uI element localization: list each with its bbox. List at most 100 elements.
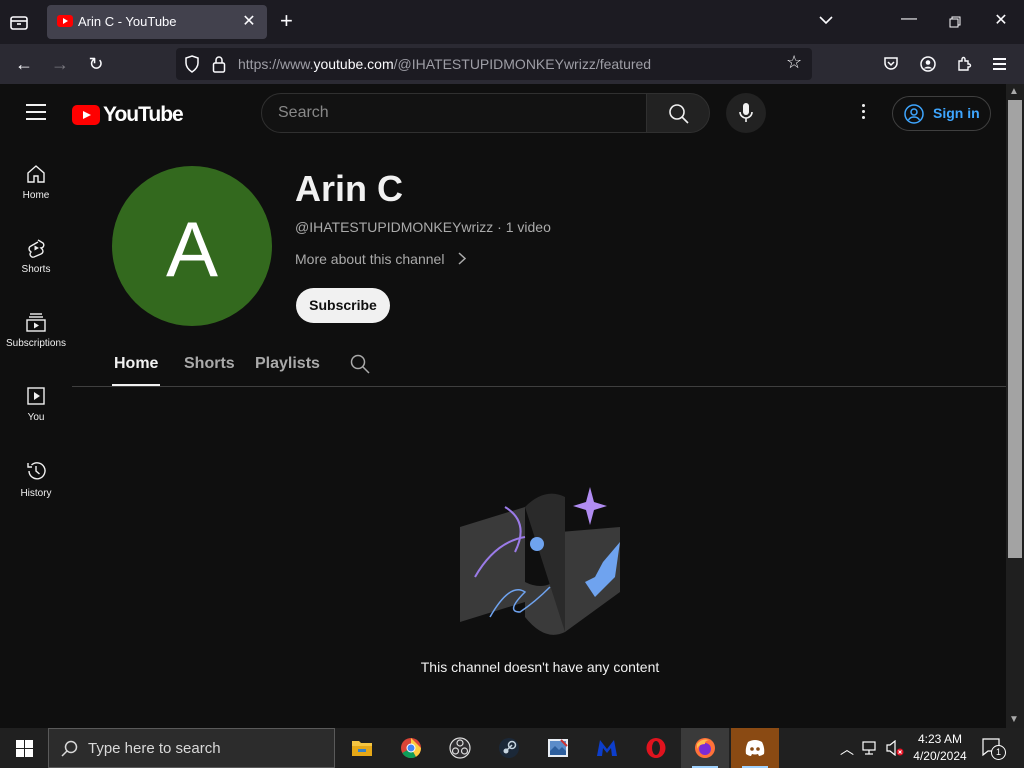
channel-handle-meta: @IHATESTUPIDMONKEYwrizz · 1 video (295, 219, 551, 235)
browser-navigation-bar: ← → ↻ https://www.youtube.com/@IHATESTUP… (0, 44, 1024, 84)
back-button[interactable]: ← (12, 52, 36, 76)
notification-count-badge: 1 (991, 745, 1006, 760)
chrome-app[interactable] (387, 728, 435, 768)
discord-icon (745, 740, 765, 756)
opera-icon (646, 738, 666, 758)
steam-icon (499, 738, 519, 758)
shorts-icon (28, 239, 45, 258)
sidebar-item-history[interactable]: History (0, 460, 72, 499)
subscribe-button[interactable]: Subscribe (296, 288, 390, 323)
tab-home[interactable]: Home (114, 355, 158, 373)
scrollbar-thumb[interactable] (1008, 100, 1022, 558)
sidebar-item-shorts[interactable]: Shorts (0, 238, 72, 275)
taskbar-search-placeholder: Type here to search (88, 740, 221, 757)
bookmark-star-icon[interactable]: ☆ (786, 52, 802, 73)
paint-app[interactable] (534, 728, 582, 768)
chrome-icon (401, 738, 422, 759)
minimize-button[interactable]: — (894, 10, 924, 28)
close-tab-icon[interactable]: ✕ (239, 11, 259, 31)
history-icon (27, 462, 46, 480)
guide-menu-icon[interactable] (26, 104, 46, 125)
more-about-channel-link[interactable]: More about this channel (295, 251, 467, 267)
youtube-logo-text: YouTube (103, 103, 184, 126)
url-bar[interactable]: https://www.youtube.com/@IHATESTUPIDMONK… (176, 48, 812, 80)
lock-icon[interactable] (212, 55, 226, 73)
malwarebytes-app[interactable] (583, 728, 631, 768)
clock-time: 4:23 AM (917, 732, 963, 746)
sidebar-item-subscriptions[interactable]: Subscriptions (0, 312, 72, 349)
sidebar-item-home[interactable]: Home (0, 164, 72, 201)
channel-avatar: A (112, 166, 272, 326)
url-text[interactable]: https://www.youtube.com/@IHATESTUPIDMONK… (238, 56, 651, 72)
youtube-page: YouTube Search Sign in Home Shorts Subsc… (0, 84, 1006, 728)
search-input[interactable]: Search (261, 93, 647, 133)
obs-icon (449, 737, 471, 759)
tracking-protection-shield-icon[interactable] (184, 55, 200, 73)
tabs-divider (72, 386, 1006, 387)
list-all-tabs-icon[interactable] (8, 11, 30, 33)
discord-app[interactable] (731, 728, 779, 768)
malwarebytes-icon (597, 740, 617, 756)
sidebar-item-label: You (27, 412, 45, 423)
pocket-icon[interactable] (883, 56, 899, 72)
account-icon[interactable] (920, 56, 936, 72)
taskbar-search-box[interactable]: Type here to search (48, 728, 335, 768)
app-menu-icon[interactable] (993, 58, 1006, 70)
windows-taskbar: Type here to search ︿ 4:23 AM 4/20/2024 … (0, 728, 1024, 768)
restore-button[interactable] (949, 16, 961, 28)
forward-button[interactable]: → (48, 52, 72, 76)
youtube-favicon-icon (57, 15, 73, 27)
obs-app[interactable] (436, 728, 484, 768)
reload-button[interactable]: ↻ (84, 52, 108, 76)
clock-date: 4/20/2024 (913, 749, 967, 763)
chevron-right-icon (458, 252, 467, 265)
tab-playlists[interactable]: Playlists (255, 355, 320, 373)
browser-tab-bar: Arin C - YouTube ✕ + — ✕ (0, 0, 1024, 44)
tab-title: Arin C - YouTube (78, 14, 177, 29)
file-explorer-icon (352, 741, 372, 756)
system-clock[interactable]: 4:23 AM 4/20/2024 (900, 731, 980, 765)
search-button[interactable] (646, 93, 710, 133)
taskbar-search-icon (61, 740, 78, 757)
page-scrollbar[interactable]: ▲ ▼ (1006, 84, 1024, 728)
browser-tab[interactable]: Arin C - YouTube ✕ (47, 5, 267, 39)
sidebar-item-label: Shorts (21, 264, 51, 275)
subscriptions-icon (26, 313, 46, 332)
tab-shorts[interactable]: Shorts (184, 355, 235, 373)
voice-search-button[interactable] (726, 93, 766, 133)
search-placeholder: Search (278, 104, 329, 121)
channel-search-icon[interactable] (350, 354, 370, 374)
extensions-icon[interactable] (956, 56, 972, 72)
sidebar-item-label: Home (22, 190, 50, 201)
sign-in-button[interactable]: Sign in (892, 96, 991, 131)
windows-start-icon[interactable] (16, 740, 33, 757)
youtube-play-icon (72, 105, 100, 125)
settings-kebab-icon[interactable] (862, 104, 866, 122)
channel-name: Arin C (295, 168, 403, 209)
avatar-letter: A (165, 205, 219, 293)
you-icon (27, 387, 45, 405)
firefox-icon (695, 738, 715, 758)
more-about-label: More about this channel (295, 251, 445, 267)
tab-overflow-chevron-icon[interactable] (818, 14, 834, 26)
file-explorer-app[interactable] (338, 728, 386, 768)
subscribe-label: Subscribe (309, 297, 377, 313)
search-icon (669, 104, 689, 124)
close-window-button[interactable]: ✕ (986, 10, 1016, 30)
sign-in-label: Sign in (933, 105, 980, 121)
firefox-app[interactable] (681, 728, 729, 768)
home-icon (27, 165, 45, 183)
microphone-icon (739, 103, 753, 122)
show-hidden-icons-chevron-icon[interactable]: ︿ (840, 739, 854, 759)
sidebar-item-you[interactable]: You (0, 386, 72, 423)
network-icon[interactable] (862, 741, 880, 755)
scroll-up-icon[interactable]: ▲ (1009, 86, 1019, 97)
scroll-down-icon[interactable]: ▼ (1009, 714, 1019, 725)
notification-center-button[interactable]: 1 (982, 738, 1006, 760)
steam-app[interactable] (485, 728, 533, 768)
sidebar-item-label: Subscriptions (5, 338, 67, 349)
new-tab-button[interactable]: + (280, 8, 293, 34)
opera-app[interactable] (632, 728, 680, 768)
empty-state-message: This channel doesn't have any content (420, 659, 660, 675)
sidebar-item-label: History (20, 488, 52, 499)
